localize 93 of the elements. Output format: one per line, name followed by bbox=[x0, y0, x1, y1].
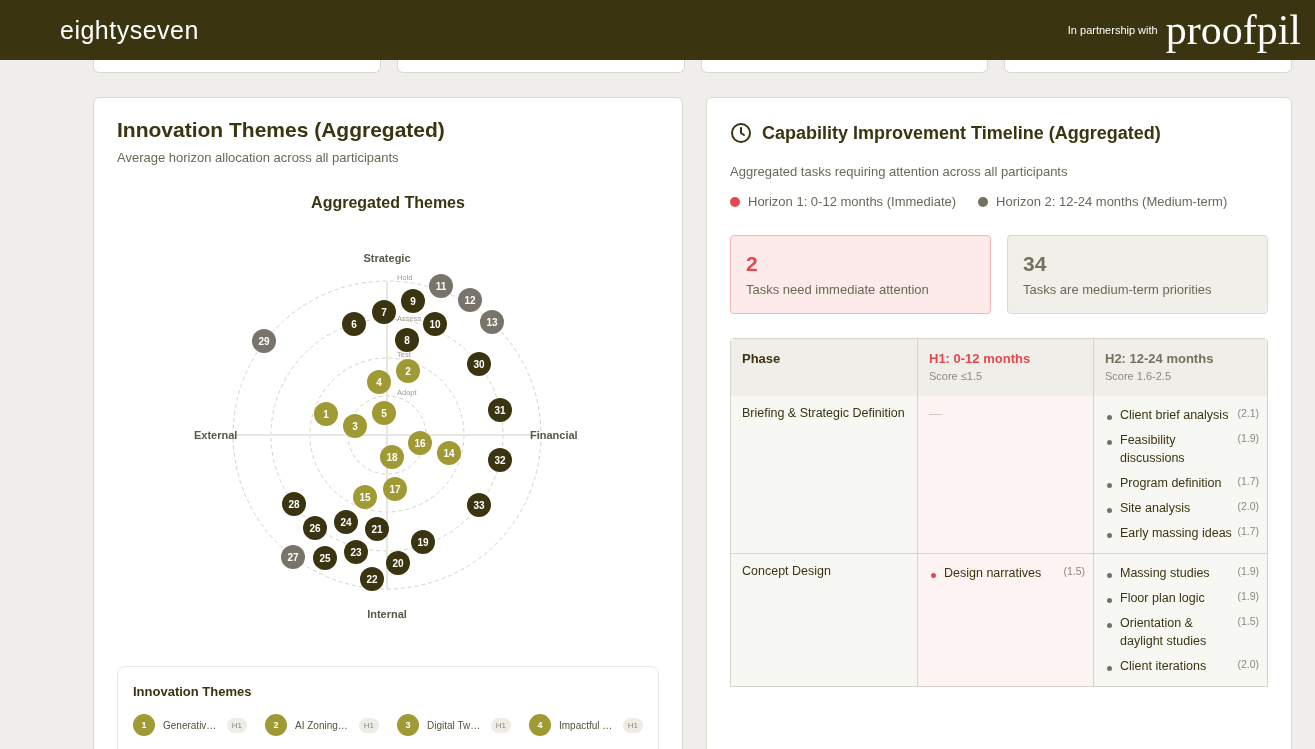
theme-name[interactable]: Impactful … bbox=[559, 719, 615, 731]
bullet-icon bbox=[1107, 440, 1112, 445]
task-name: Massing studies bbox=[1120, 565, 1211, 582]
theme-name[interactable]: Digital Tw… bbox=[427, 719, 483, 731]
theme-number: 3 bbox=[397, 714, 419, 736]
theme-dot[interactable]: 19 bbox=[411, 530, 435, 554]
legend-label: Horizon 1: 0-12 months (Immediate) bbox=[748, 194, 957, 209]
theme-number: 1 bbox=[133, 714, 155, 736]
theme-dot[interactable]: 20 bbox=[386, 551, 410, 575]
horizon-tag: H1 bbox=[226, 717, 247, 733]
empty-dash: — bbox=[929, 406, 942, 421]
task-score: (1.5) bbox=[1063, 564, 1085, 579]
theme-dot[interactable]: 13 bbox=[480, 310, 504, 334]
bullet-icon bbox=[1107, 573, 1112, 578]
chart-title: Aggregated Themes bbox=[311, 194, 465, 211]
theme-dot[interactable]: 32 bbox=[488, 448, 512, 472]
clock-icon bbox=[730, 122, 752, 144]
theme-dot[interactable]: 22 bbox=[360, 567, 384, 591]
theme-dot[interactable]: 7 bbox=[372, 300, 396, 324]
column-note: Score ≤1.5 bbox=[929, 370, 984, 382]
task-score: (1.7) bbox=[1237, 474, 1259, 489]
bullet-icon bbox=[1107, 623, 1112, 628]
logo[interactable]: eightyseven bbox=[60, 15, 199, 45]
theme-dot[interactable]: 25 bbox=[313, 546, 337, 570]
stat-value: 2 bbox=[746, 252, 759, 276]
bullet-icon bbox=[1107, 415, 1112, 420]
theme-dot[interactable]: 6 bbox=[342, 312, 366, 336]
column-title: H2: 12-24 months bbox=[1105, 351, 1215, 366]
theme-dot[interactable]: 11 bbox=[429, 274, 453, 298]
task-score: (1.9) bbox=[1237, 589, 1259, 604]
theme-dot[interactable]: 29 bbox=[252, 329, 276, 353]
phase-cell: Concept Design bbox=[731, 553, 917, 686]
panel-title: Innovation Themes (Aggregated) bbox=[117, 118, 446, 142]
column-note: Score 1.6-2.5 bbox=[1105, 370, 1173, 382]
task-name: Early massing ideas bbox=[1120, 525, 1233, 542]
horizon-tag: H1 bbox=[490, 717, 511, 733]
bullet-icon bbox=[1107, 666, 1112, 671]
task-name: Orientation & daylight studies bbox=[1120, 615, 1208, 650]
bullet-icon bbox=[1107, 483, 1112, 488]
task-score: (2.0) bbox=[1237, 499, 1259, 514]
task-name: Client brief analysis bbox=[1120, 407, 1230, 424]
task-score: (1.7) bbox=[1237, 524, 1259, 539]
theme-dot[interactable]: 26 bbox=[303, 516, 327, 540]
task-name: Feasibility discussions bbox=[1120, 432, 1186, 467]
task-name: Design narratives bbox=[944, 565, 1043, 582]
task-name: Client iterations bbox=[1120, 658, 1208, 675]
task-score: (1.9) bbox=[1237, 431, 1259, 446]
theme-dot[interactable]: 8 bbox=[395, 328, 419, 352]
axis-label: External bbox=[194, 429, 238, 441]
bullet-icon bbox=[1107, 508, 1112, 513]
partner-label: In partnership with bbox=[1067, 24, 1158, 36]
panel-subtitle: Average horizon allocation across all participants bbox=[117, 150, 399, 165]
horizon-tag: H1 bbox=[358, 717, 379, 733]
theme-dot[interactable]: 28 bbox=[282, 492, 306, 516]
theme-dot[interactable]: 24 bbox=[334, 510, 358, 534]
bullet-icon bbox=[1107, 533, 1112, 538]
partner-logo: proofpil bbox=[1165, 9, 1301, 51]
theme-dot[interactable]: 21 bbox=[365, 517, 389, 541]
theme-dot[interactable]: 33 bbox=[467, 493, 491, 517]
task-score: (1.5) bbox=[1237, 614, 1259, 629]
theme-dot[interactable]: 30 bbox=[467, 352, 491, 376]
theme-dot[interactable]: 9 bbox=[401, 289, 425, 313]
legend-label: Horizon 2: 12-24 months (Medium-term) bbox=[996, 194, 1228, 209]
panel-title: Capability Improvement Timeline (Aggregated) bbox=[762, 122, 1161, 144]
column-title: Phase bbox=[742, 351, 782, 366]
task-score: (2.1) bbox=[1237, 406, 1259, 421]
panel-subtitle: Aggregated tasks requiring attention across all participants bbox=[730, 164, 1068, 179]
bullet-icon bbox=[1107, 598, 1112, 603]
stat-label: Tasks need immediate attention bbox=[746, 282, 930, 297]
task-name: Site analysis bbox=[1120, 500, 1192, 517]
theme-number: 2 bbox=[265, 714, 287, 736]
stat-label: Tasks are medium-term priorities bbox=[1023, 282, 1213, 297]
theme-name[interactable]: Generativ… bbox=[163, 719, 219, 731]
task-score: (1.9) bbox=[1237, 564, 1259, 579]
theme-dot[interactable]: 31 bbox=[488, 398, 512, 422]
stat-value: 34 bbox=[1023, 252, 1048, 276]
axis-label: Strategic bbox=[363, 252, 411, 264]
theme-dot[interactable]: 10 bbox=[423, 312, 447, 336]
legend-title: Innovation Themes bbox=[133, 684, 252, 699]
task-score: (2.0) bbox=[1237, 657, 1259, 672]
axis-label: Financial bbox=[530, 429, 578, 441]
horizon-tag: H1 bbox=[622, 717, 643, 733]
task-name: Floor plan logic bbox=[1120, 590, 1206, 607]
axis-label: Internal bbox=[367, 608, 407, 620]
column-title: H1: 0-12 months bbox=[929, 351, 1032, 366]
phase-cell: Briefing & Strategic Definition bbox=[731, 396, 917, 553]
theme-name[interactable]: AI Zoning… bbox=[295, 719, 351, 731]
theme-number: 4 bbox=[529, 714, 551, 736]
bullet-icon bbox=[931, 573, 936, 578]
theme-dot[interactable]: 12 bbox=[458, 288, 482, 312]
theme-dot[interactable]: 23 bbox=[344, 540, 368, 564]
theme-dot[interactable]: 27 bbox=[281, 545, 305, 569]
task-name: Program definition bbox=[1120, 475, 1223, 492]
